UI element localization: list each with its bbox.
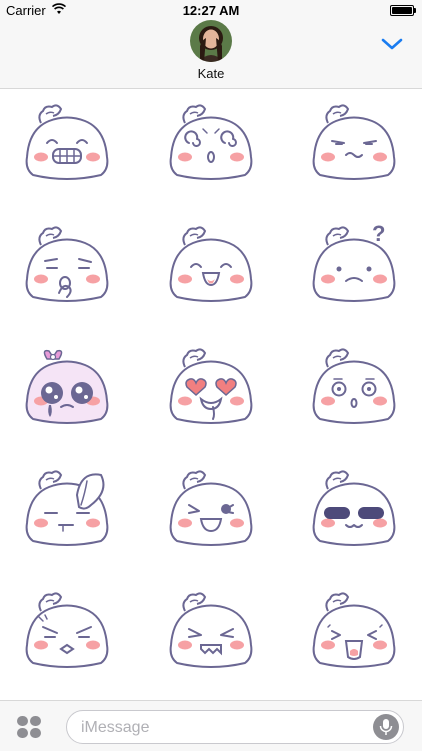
sticker-smug-art [312,104,396,180]
clock: 12:27 AM [182,3,240,18]
sticker-crying-bow-art [25,349,109,424]
sticker-grin-art [25,104,109,180]
microphone-icon[interactable] [373,714,399,740]
compose-bar: iMessage [0,700,422,751]
sticker-crying-out-art [312,592,396,668]
sticker-excited[interactable] [163,465,259,561]
sticker-heart-eyes-art [169,348,253,424]
sticker-furious[interactable] [163,587,259,683]
chevron-down-icon[interactable] [380,36,404,52]
message-input-placeholder: iMessage [81,719,150,736]
message-input[interactable]: iMessage [66,710,404,744]
sticker-dizzy[interactable] [163,99,259,195]
sticker-dizzy-art [169,104,253,180]
app-drawer-icon[interactable] [16,715,42,739]
sticker-leaf-hat-art [25,470,109,546]
sticker-excited-art [169,470,253,546]
sticker-happy[interactable] [163,221,259,317]
sticker-leaf-hat[interactable] [19,465,115,561]
sticker-grid: ? [0,89,422,700]
status-bar: Carrier 12:27 AM [0,0,422,20]
sticker-cool[interactable] [306,465,402,561]
sticker-smug[interactable] [306,99,402,195]
sticker-crying-bow[interactable] [19,343,115,439]
sticker-furious-art [169,592,253,668]
sticker-surprised-art [312,348,396,424]
sticker-thinking[interactable] [19,221,115,317]
battery-icon [390,5,416,16]
sticker-heart-eyes[interactable] [163,343,259,439]
sticker-thinking-art [25,226,109,302]
svg-text:?: ? [372,221,385,246]
contact-name[interactable]: Kate [0,66,422,81]
sticker-crying-out[interactable] [306,587,402,683]
sticker-confused-art: ? [312,221,396,302]
sticker-cool-art [312,470,396,546]
sticker-angry-art [25,592,109,668]
sticker-angry[interactable] [19,587,115,683]
sticker-happy-art [169,226,253,302]
contact-avatar[interactable] [190,20,232,62]
sticker-confused[interactable]: ? [306,221,402,317]
sticker-surprised[interactable] [306,343,402,439]
avatar-photo [190,20,232,62]
conversation-header: Kate [0,20,422,89]
sticker-grin[interactable] [19,99,115,195]
